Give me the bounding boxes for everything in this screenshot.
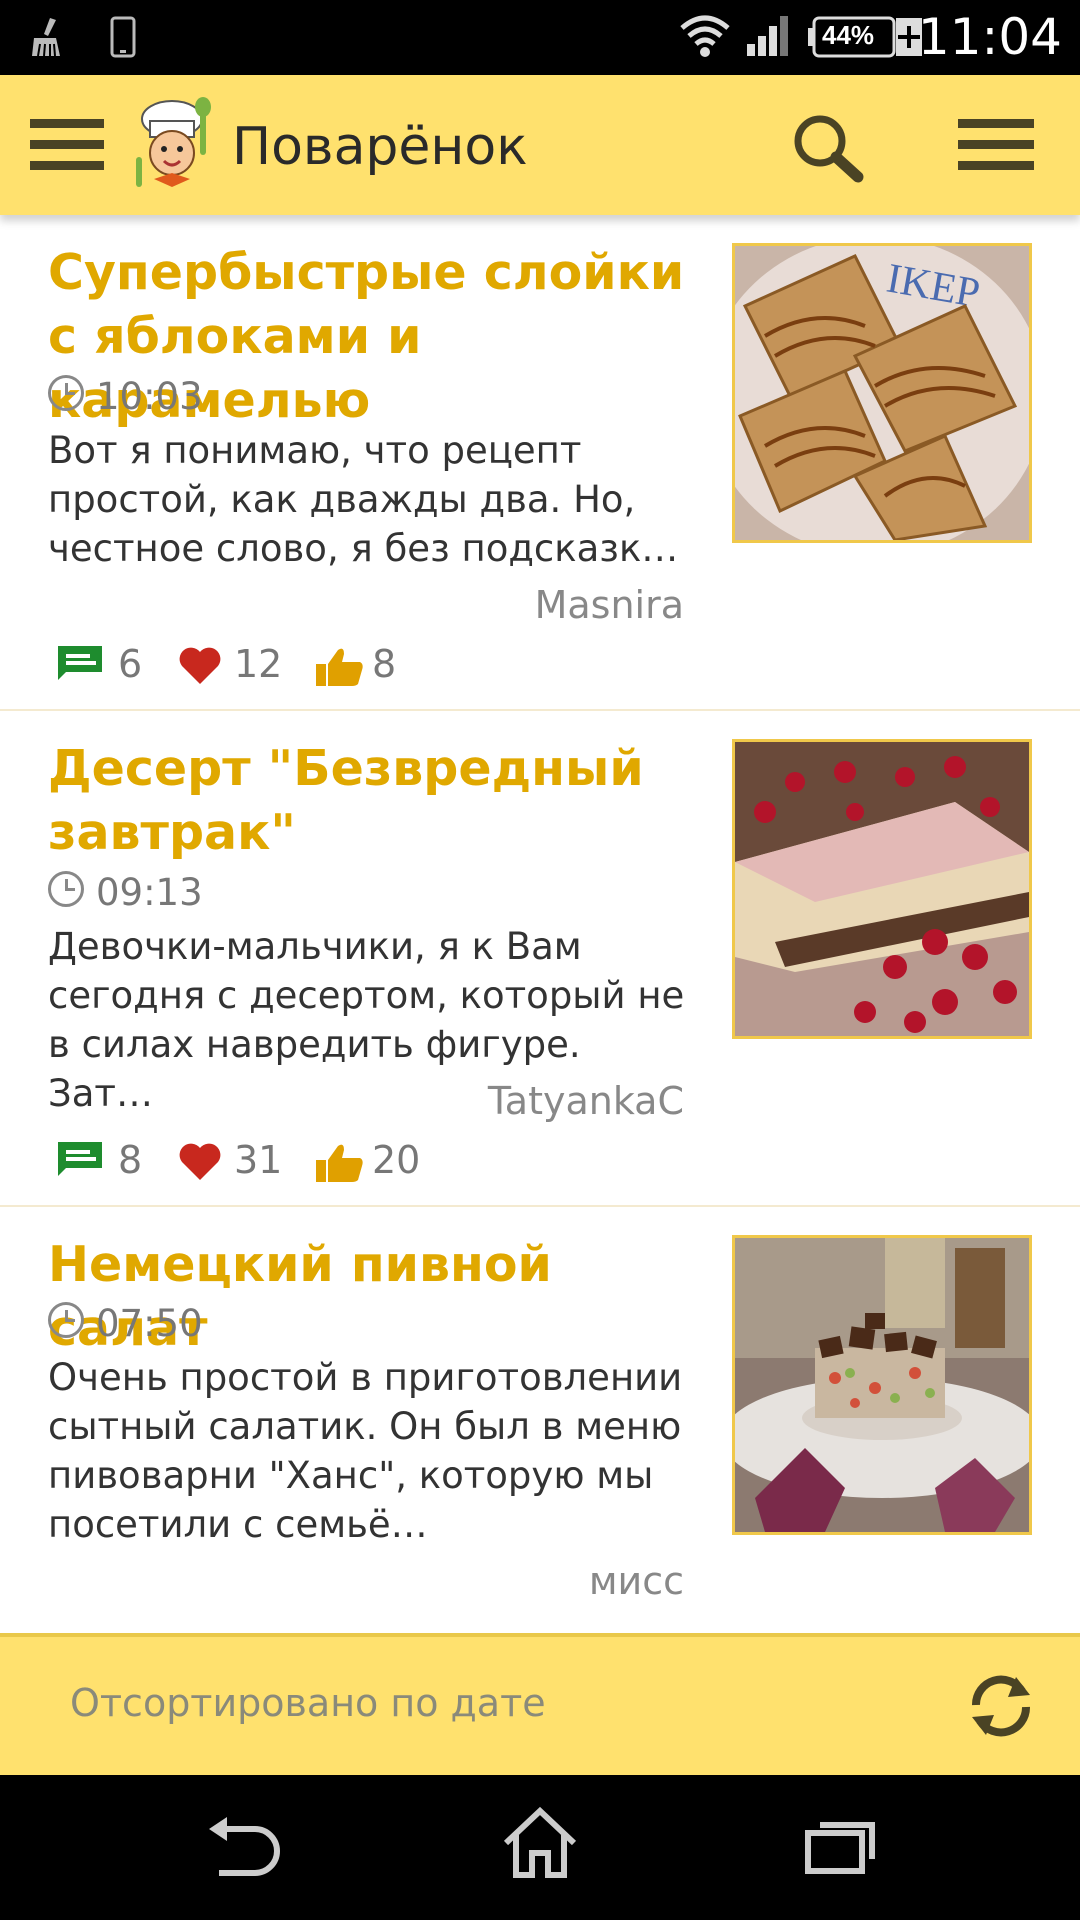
- recipe-description: Очень простой в приготовлении сытный сал…: [48, 1356, 683, 1546]
- recipe-image[interactable]: IKEP: [732, 243, 1032, 543]
- search-icon[interactable]: [792, 113, 864, 183]
- chef-logo-icon: [136, 97, 211, 187]
- clock-icon: [48, 1302, 84, 1338]
- recipe-card[interactable]: Немецкий пивной салат 07:50 Очень просто…: [0, 1207, 1080, 1635]
- recipe-card[interactable]: Супербыстрые слойки с яблоками и карамел…: [0, 215, 1080, 709]
- recipe-author[interactable]: Masnira: [535, 583, 684, 627]
- overflow-menu-icon[interactable]: [958, 119, 1034, 171]
- recipe-author[interactable]: мисс: [589, 1559, 684, 1603]
- recipe-image[interactable]: [732, 1235, 1032, 1535]
- thumbs-up-icon: [316, 648, 363, 686]
- back-icon[interactable]: [205, 1817, 281, 1877]
- thumbs-up-icon: [316, 1144, 363, 1182]
- recipe-time: 10:03: [48, 375, 203, 418]
- drawer-menu-icon[interactable]: [30, 119, 104, 171]
- app-bar: Поварёнок: [0, 75, 1080, 215]
- recipe-time: 09:13: [48, 871, 203, 914]
- system-navigation-bar: [0, 1775, 1080, 1920]
- comment-icon: [58, 646, 102, 680]
- heart-icon: [179, 647, 221, 684]
- clock-icon: [48, 871, 84, 907]
- recipe-author[interactable]: TatyankaC: [488, 1079, 684, 1123]
- recipe-time: 07:50: [48, 1302, 203, 1345]
- recipe-description: Вот я понимаю, что рецепт простой, как д…: [48, 429, 679, 570]
- cleaner-icon: [32, 18, 60, 57]
- recipe-feed[interactable]: Супербыстрые слойки с яблоками и карамел…: [0, 215, 1080, 1635]
- home-icon[interactable]: [500, 1805, 580, 1881]
- recipe-image[interactable]: [732, 739, 1032, 1039]
- sort-label[interactable]: Отсортировано по дате: [70, 1681, 546, 1725]
- clock-icon: [48, 375, 84, 411]
- status-bar: 44% 11:04: [0, 0, 1080, 75]
- app-title: Поварёнок: [232, 117, 528, 177]
- clock-time: 11:04: [917, 8, 1062, 66]
- comment-icon: [58, 1142, 102, 1176]
- recent-apps-icon[interactable]: [804, 1815, 876, 1875]
- recipe-title[interactable]: Десерт "Безвредный завтрак": [48, 737, 688, 865]
- sort-bar: Отсортировано по дате: [0, 1633, 1080, 1775]
- battery-percent: 44%: [822, 20, 875, 50]
- heart-icon: [179, 1143, 221, 1180]
- refresh-icon[interactable]: [966, 1671, 1036, 1741]
- wifi-icon: [680, 15, 730, 57]
- signal-icon: [747, 16, 788, 56]
- phone-icon: [110, 16, 136, 58]
- recipe-card[interactable]: Десерт "Безвредный завтрак" 09:13 Девочк…: [0, 711, 1080, 1205]
